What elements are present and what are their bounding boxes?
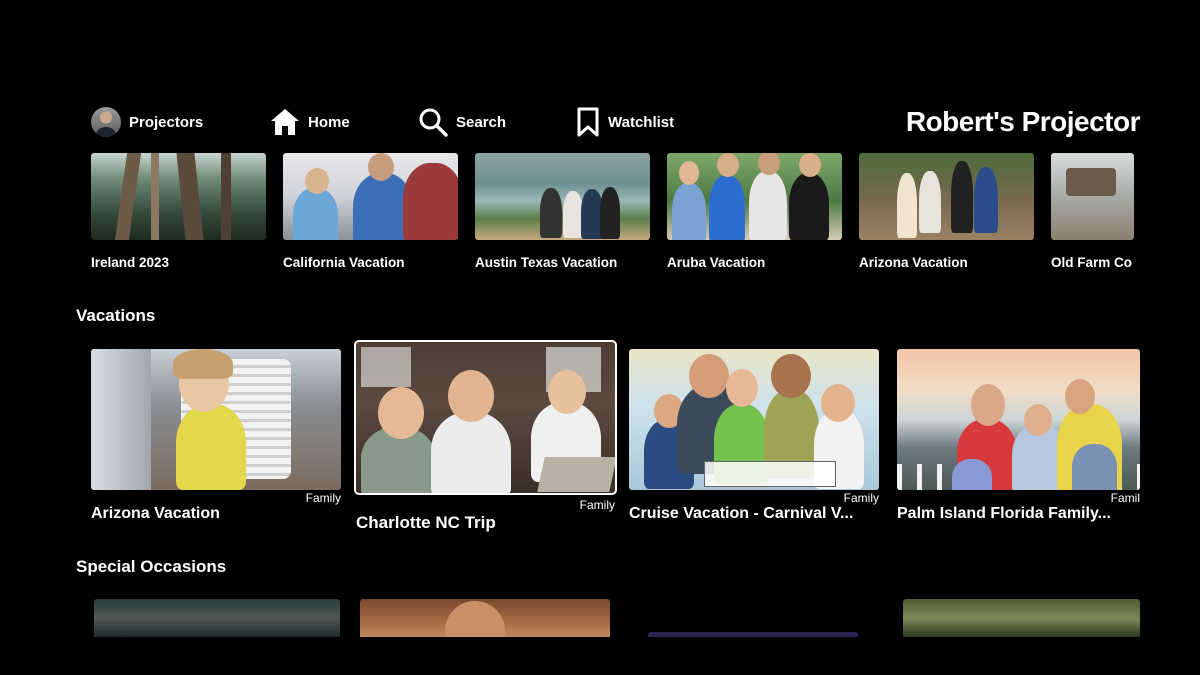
- app-brand: Robert's Projector: [905, 106, 1141, 137]
- card-title: Charlotte NC Trip: [356, 513, 496, 532]
- thumb-image: [91, 153, 266, 240]
- thumb-image: [283, 153, 458, 240]
- top-thumbnail-row: Ireland 2023 California Vacation Austin …: [0, 153, 1200, 278]
- card-arizona-vacation[interactable]: Family Arizona Vacation: [91, 349, 341, 529]
- card-tag: Family: [305, 491, 341, 505]
- card-image: [354, 340, 617, 495]
- card-tag: Famil: [1110, 491, 1140, 505]
- card-image: [897, 349, 1140, 490]
- thumb-arizona-vacation[interactable]: Arizona Vacation: [859, 153, 1034, 270]
- home-icon: [270, 108, 300, 136]
- nav-projectors-label: Projectors: [129, 113, 204, 131]
- thumb-ireland-2023[interactable]: Ireland 2023: [91, 153, 266, 270]
- thumb-old-farm[interactable]: Old Farm Co: [1051, 153, 1134, 270]
- thumb-label: Ireland 2023: [91, 255, 170, 270]
- thumb-aruba-vacation[interactable]: Aruba Vacation: [667, 153, 842, 270]
- thumb-label: Arizona Vacation: [859, 255, 968, 270]
- thumb-image: [1051, 153, 1134, 240]
- card-tag: Family: [843, 491, 879, 505]
- thumb-image: [475, 153, 650, 240]
- card-charlotte-nc-trip[interactable]: Family Charlotte NC Trip: [354, 340, 617, 534]
- card-title: Arizona Vacation: [91, 505, 220, 522]
- thumb-label: Aruba Vacation: [667, 255, 766, 270]
- card-palm-island-florida[interactable]: Famil Palm Island Florida Family...: [897, 349, 1140, 529]
- search-icon: [418, 107, 448, 137]
- card-special-occasion-3[interactable]: [648, 632, 858, 637]
- nav-watchlist-label: Watchlist: [608, 113, 675, 131]
- card-special-occasion-4[interactable]: [903, 599, 1140, 637]
- top-navigation: Projectors Home Search Watchlist Robert'…: [0, 100, 1200, 144]
- card-image: [629, 349, 879, 490]
- nav-home[interactable]: Home: [270, 100, 350, 144]
- thumb-california-vacation[interactable]: California Vacation: [283, 153, 458, 270]
- card-title: Cruise Vacation - Carnival V...: [629, 505, 854, 522]
- card-cruise-vacation[interactable]: Family Cruise Vacation - Carnival V...: [629, 349, 879, 529]
- thumb-image: [859, 153, 1034, 240]
- card-special-occasion-1[interactable]: [94, 599, 340, 637]
- nav-watchlist[interactable]: Watchlist: [576, 100, 674, 144]
- nav-home-label: Home: [308, 113, 350, 131]
- nav-search-label: Search: [456, 113, 507, 131]
- user-avatar: [91, 107, 121, 137]
- thumb-label: Austin Texas Vacation: [475, 255, 618, 270]
- card-image: [91, 349, 341, 490]
- thumb-austin-texas-vacation[interactable]: Austin Texas Vacation: [475, 153, 650, 270]
- thumb-label: Old Farm Co: [1051, 255, 1133, 270]
- card-tag: Family: [579, 498, 615, 512]
- card-special-occasion-2[interactable]: [360, 599, 610, 637]
- section-title-vacations: Vacations: [76, 306, 156, 325]
- bookmark-icon: [576, 107, 600, 137]
- thumb-image: [667, 153, 842, 240]
- thumb-label: California Vacation: [283, 255, 405, 270]
- section-title-special-occasions: Special Occasions: [76, 557, 227, 576]
- nav-projectors[interactable]: Projectors: [91, 100, 203, 144]
- nav-search[interactable]: Search: [418, 100, 506, 144]
- card-title: Palm Island Florida Family...: [897, 505, 1111, 522]
